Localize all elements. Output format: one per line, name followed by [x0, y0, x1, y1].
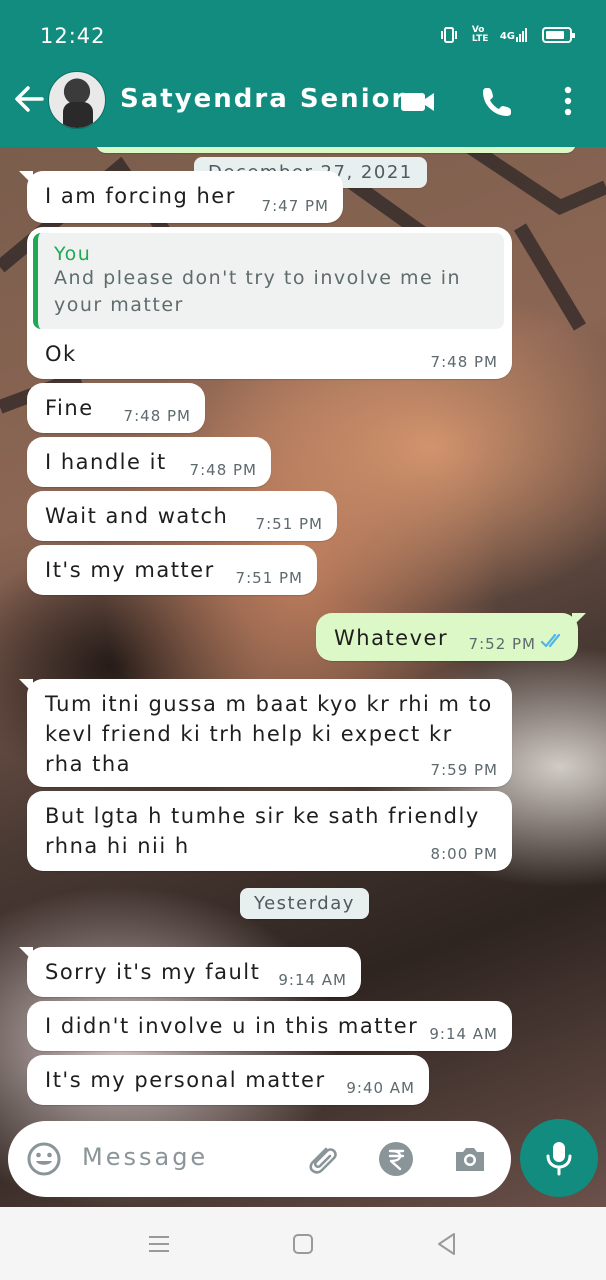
- message-outgoing[interactable]: Whatever 7:52 PM: [316, 613, 586, 661]
- message-incoming-reply[interactable]: You And please don't try to involve me i…: [27, 227, 512, 379]
- message-incoming[interactable]: It's my matter 7:51 PM: [27, 545, 317, 595]
- message-text: I am forcing her: [45, 184, 236, 208]
- vibrate-icon: [440, 27, 457, 43]
- message-text: Fine: [45, 396, 94, 420]
- message-time: 7:51 PM: [255, 515, 323, 533]
- network-label: 4G: [500, 28, 528, 42]
- message-time: 7:48 PM: [189, 461, 257, 479]
- read-receipt-icon: [540, 633, 561, 648]
- message-incoming[interactable]: I handle it 7:48 PM: [27, 437, 271, 487]
- message-text: It's my personal matter: [45, 1068, 326, 1092]
- status-icons: Vo LTE 4G: [440, 25, 575, 44]
- quote-author: You: [54, 243, 92, 265]
- message-composer[interactable]: Message: [8, 1121, 511, 1197]
- battery-icon: [542, 27, 575, 43]
- contact-name[interactable]: Satyendra Senior: [120, 84, 406, 114]
- message-text: Wait and watch: [45, 504, 229, 528]
- message-incoming[interactable]: Fine 7:48 PM: [27, 383, 205, 433]
- chat-area[interactable]: December 27, 2021 I am forcing her 7:47 …: [0, 147, 606, 1207]
- chat-header: Satyendra Senior: [0, 70, 606, 147]
- message-incoming[interactable]: Sorry it's my fault 9:14 AM: [19, 947, 361, 997]
- message-time: 9:40 AM: [346, 1079, 415, 1097]
- message-incoming[interactable]: Tum itni gussa m baat kyo kr rhi m to ke…: [19, 679, 512, 787]
- quoted-message[interactable]: You And please don't try to involve me i…: [33, 233, 504, 329]
- message-incoming[interactable]: I didn't involve u in this matter 9:14 A…: [27, 1001, 512, 1051]
- message-bubble-partial: [96, 147, 576, 153]
- message-text: I handle it: [45, 450, 167, 474]
- attachment-icon[interactable]: [304, 1141, 340, 1177]
- status-time: 12:42: [40, 24, 106, 48]
- message-text: It's my matter: [45, 558, 215, 582]
- back-arrow-icon[interactable]: [12, 82, 46, 116]
- message-time: 9:14 AM: [429, 1025, 498, 1043]
- message-text: I didn't involve u in this matter: [45, 1014, 419, 1038]
- message-input[interactable]: Message: [82, 1143, 208, 1171]
- video-call-icon[interactable]: [398, 84, 438, 118]
- message-text: Sorry it's my fault: [45, 960, 261, 984]
- message-incoming[interactable]: I am forcing her 7:47 PM: [19, 171, 343, 223]
- message-incoming[interactable]: But lgta h tumhe sir ke sath friendly rh…: [27, 791, 512, 871]
- message-time: 9:14 AM: [278, 971, 347, 989]
- message-time: 7:48 PM: [430, 353, 498, 371]
- message-time: 7:59 PM: [430, 761, 498, 779]
- home-nav-icon[interactable]: [290, 1231, 316, 1257]
- quote-text: And please don't try to involve me in yo…: [54, 267, 462, 316]
- voice-message-button[interactable]: [520, 1119, 598, 1197]
- voice-call-icon[interactable]: [478, 84, 518, 118]
- volte-label: Vo LTE: [471, 25, 489, 44]
- rupee-payment-icon[interactable]: [378, 1141, 414, 1177]
- message-text: Tum itni gussa m baat kyo kr rhi m to ke…: [45, 692, 493, 776]
- message-text: But lgta h tumhe sir ke sath friendly rh…: [45, 804, 480, 858]
- status-bar: 12:42 Vo LTE 4G: [0, 0, 606, 70]
- message-time: 8:00 PM: [430, 845, 498, 863]
- message-text: Ok: [45, 342, 77, 366]
- message-time: 7:51 PM: [235, 569, 303, 587]
- emoji-icon[interactable]: [26, 1141, 62, 1177]
- contact-avatar[interactable]: [48, 71, 106, 129]
- message-time: 7:47 PM: [261, 197, 329, 215]
- back-nav-icon[interactable]: [434, 1231, 460, 1257]
- microphone-icon: [546, 1142, 572, 1176]
- message-incoming[interactable]: It's my personal matter 9:40 AM: [27, 1055, 429, 1105]
- more-options-icon[interactable]: [548, 84, 588, 118]
- message-text: Whatever: [334, 626, 449, 650]
- message-time: 7:48 PM: [123, 407, 191, 425]
- system-navigation-bar: [0, 1207, 606, 1280]
- message-incoming[interactable]: Wait and watch 7:51 PM: [27, 491, 337, 541]
- signal-icon: [516, 28, 527, 42]
- top-bar: 12:42 Vo LTE 4G Satyendra Senior: [0, 0, 606, 147]
- message-time: 7:52 PM: [468, 635, 536, 653]
- menu-nav-icon[interactable]: [146, 1231, 172, 1257]
- camera-icon[interactable]: [452, 1141, 488, 1177]
- date-chip: Yesterday: [240, 888, 369, 919]
